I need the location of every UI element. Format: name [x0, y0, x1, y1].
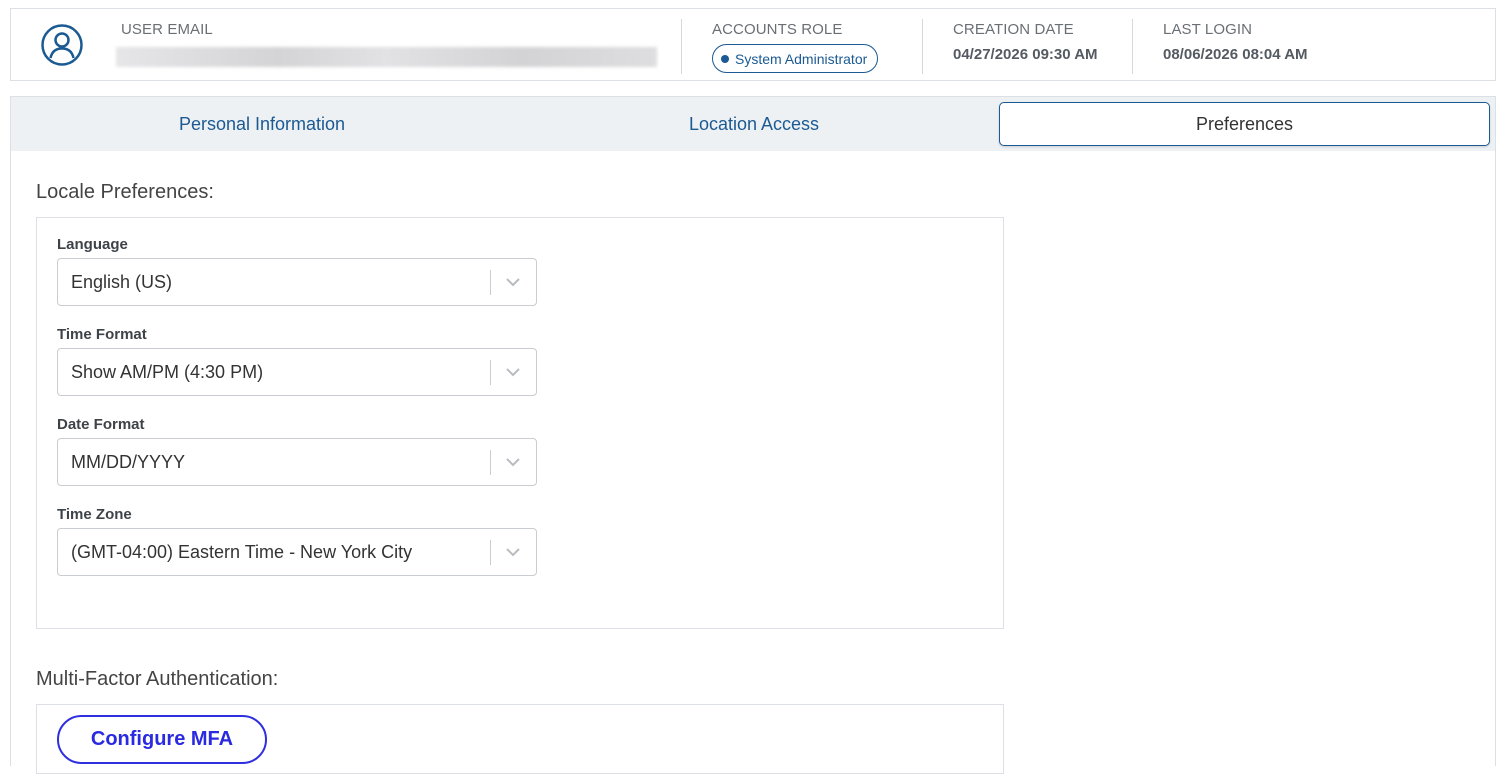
last-login-value: 08/06/2026 08:04 AM: [1163, 46, 1308, 63]
creation-date-value: 04/27/2026 09:30 AM: [953, 46, 1098, 63]
locale-preferences-title: Locale Preferences:: [36, 181, 214, 203]
role-badge-label: System Administrator: [735, 50, 868, 67]
date-format-label: Date Format: [57, 416, 145, 433]
chevron-down-icon[interactable]: [503, 273, 523, 291]
time-zone-select-value: (GMT-04:00) Eastern Time - New York City: [71, 542, 413, 562]
time-zone-label: Time Zone: [57, 506, 132, 523]
accounts-role-label: ACCOUNTS ROLE: [712, 21, 843, 38]
language-select-value: English (US): [71, 272, 173, 292]
chevron-down-icon[interactable]: [503, 453, 523, 471]
tab-bar: Personal Information Location Access Pre…: [10, 96, 1496, 152]
divider: [681, 19, 682, 74]
divider: [1132, 19, 1133, 74]
time-format-select[interactable]: Show AM/PM (4:30 PM): [57, 348, 537, 396]
mfa-title: Multi-Factor Authentication:: [36, 668, 279, 690]
role-badge: System Administrator: [712, 44, 879, 73]
user-circle-icon: [41, 24, 83, 66]
last-login-label: LAST LOGIN: [1163, 21, 1253, 38]
chevron-down-icon[interactable]: [503, 363, 523, 381]
tab-location-access[interactable]: Location Access: [505, 97, 1003, 151]
time-zone-select[interactable]: (GMT-04:00) Eastern Time - New York City: [57, 528, 537, 576]
date-format-select-value: MM/DD/YYYY: [71, 452, 186, 472]
date-format-select[interactable]: MM/DD/YYYY: [57, 438, 537, 486]
language-select[interactable]: English (US): [57, 258, 537, 306]
select-separator: [490, 360, 491, 385]
status-dot-icon: [721, 54, 729, 63]
select-separator: [490, 450, 491, 475]
chevron-down-icon[interactable]: [503, 543, 523, 561]
time-format-select-value: Show AM/PM (4:30 PM): [71, 362, 264, 382]
time-format-label: Time Format: [57, 326, 147, 343]
language-label: Language: [57, 236, 128, 253]
configure-mfa-button[interactable]: Configure MFA: [57, 715, 267, 764]
tab-preferences[interactable]: Preferences: [999, 102, 1490, 146]
user-header-card: USER EMAIL ACCOUNTS ROLE System Administ…: [10, 8, 1496, 81]
select-separator: [490, 540, 491, 565]
user-email-label: USER EMAIL: [121, 21, 213, 38]
divider: [922, 19, 923, 74]
creation-date-label: CREATION DATE: [953, 21, 1074, 38]
select-separator: [490, 270, 491, 295]
tab-personal-information[interactable]: Personal Information: [11, 97, 513, 151]
user-email-value-redacted: [116, 47, 657, 67]
